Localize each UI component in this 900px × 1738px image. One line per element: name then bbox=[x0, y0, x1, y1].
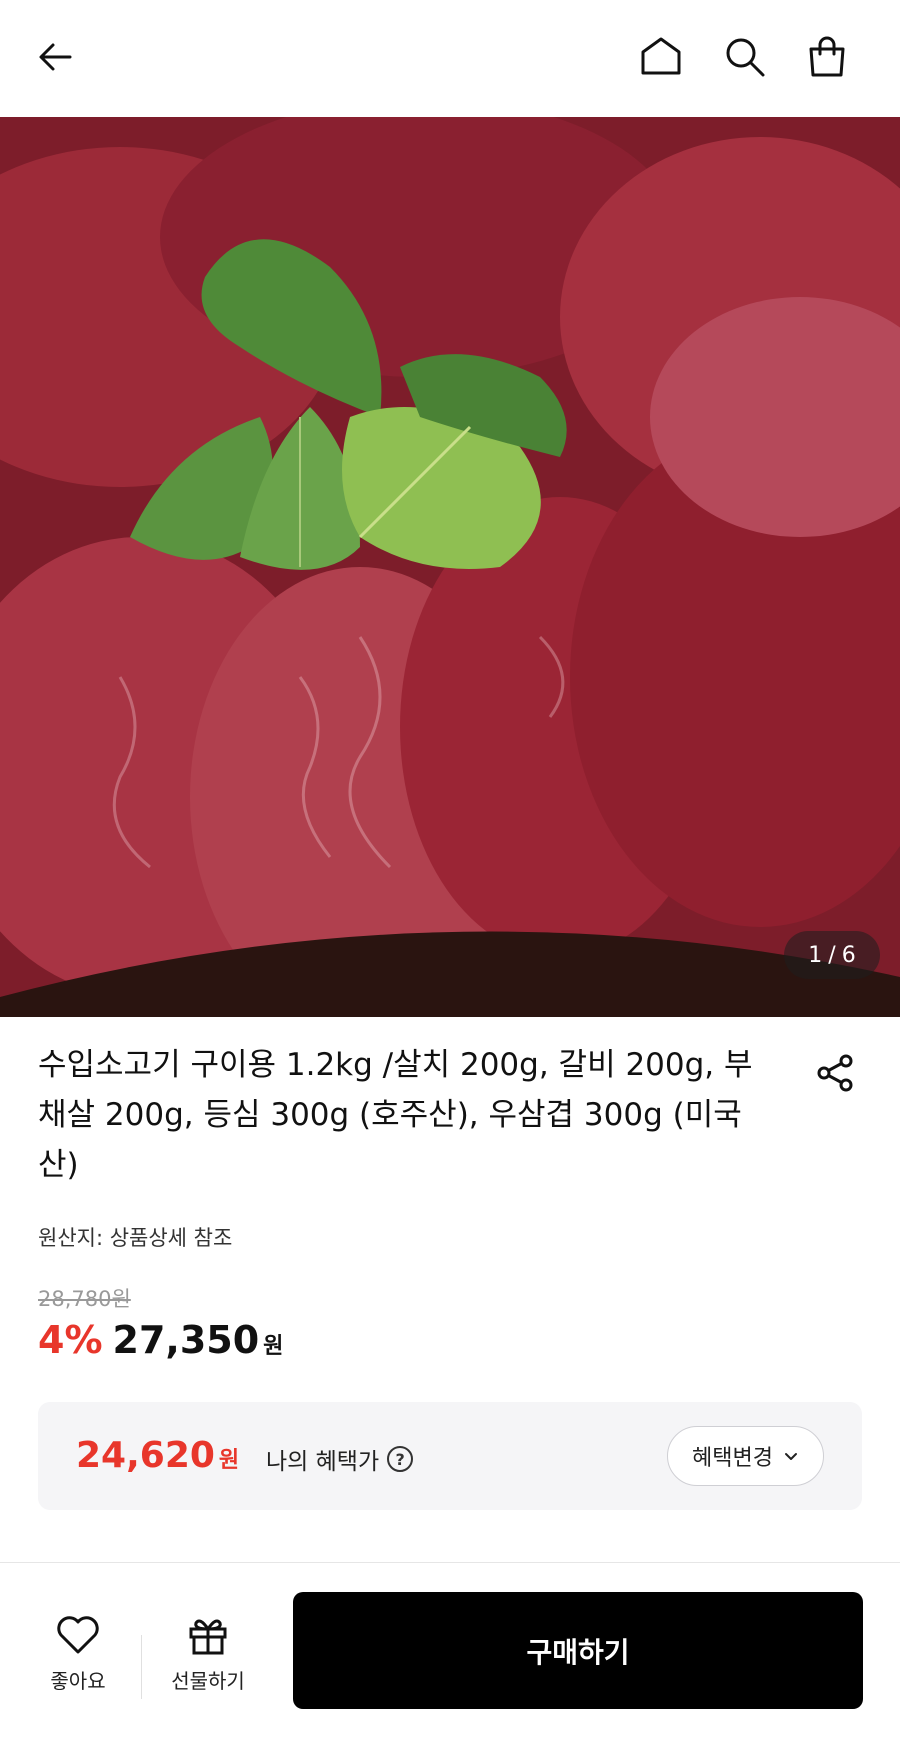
price-row: 4% 27,350 원 bbox=[38, 1318, 283, 1362]
question-circle-icon[interactable]: ? bbox=[387, 1446, 414, 1472]
gift-button[interactable]: 선물하기 bbox=[158, 1615, 258, 1694]
benefit-price-value: 24,620 bbox=[76, 1435, 215, 1476]
beef-photo-illustration bbox=[0, 117, 900, 1017]
gift-icon bbox=[189, 1619, 227, 1655]
bottom-divider bbox=[141, 1635, 142, 1699]
counter-separator: / bbox=[828, 942, 836, 968]
original-price: 28,780원 bbox=[38, 1287, 131, 1311]
heart-icon bbox=[57, 1616, 99, 1654]
bottom-action-bar: 좋아요 선물하기 구매하기 bbox=[0, 1562, 900, 1738]
discount-rate: 4% bbox=[38, 1318, 103, 1362]
product-title: 수입소고기 구이용 1.2kg /살치 200g, 갈비 200g, 부채살 2… bbox=[38, 1047, 753, 1183]
home-icon[interactable] bbox=[634, 30, 688, 84]
like-label: 좋아요 bbox=[50, 1669, 106, 1693]
benefit-label-text: 나의 혜택가 bbox=[266, 1449, 380, 1475]
image-counter: 1 / 6 bbox=[784, 931, 880, 979]
share-icon[interactable] bbox=[810, 1048, 860, 1098]
benefit-price-box: 24,620 원 나의 혜택가 ? 혜택변경 bbox=[38, 1402, 862, 1510]
search-icon[interactable] bbox=[718, 30, 772, 84]
arrow-left-icon[interactable] bbox=[28, 30, 82, 84]
like-button[interactable]: 좋아요 bbox=[38, 1615, 118, 1694]
chevron-down-icon bbox=[785, 1453, 797, 1460]
sale-price: 27,350 bbox=[112, 1318, 260, 1362]
buy-button[interactable]: 구매하기 bbox=[293, 1592, 863, 1709]
benefit-label: 나의 혜택가 ? bbox=[266, 1442, 414, 1476]
origin-info: 원산지: 상품상세 참조 bbox=[38, 1226, 233, 1250]
benefit-price-unit: 원 bbox=[218, 1448, 240, 1473]
benefit-change-label: 혜택변경 bbox=[692, 1446, 773, 1471]
shopping-bag-icon[interactable] bbox=[800, 30, 854, 84]
benefit-price: 24,620 원 bbox=[76, 1435, 239, 1476]
sale-price-unit: 원 bbox=[263, 1334, 284, 1359]
top-app-bar bbox=[0, 0, 900, 117]
counter-total: 6 bbox=[841, 942, 856, 968]
product-image[interactable]: 1 / 6 bbox=[0, 117, 900, 1017]
benefit-change-button[interactable]: 혜택변경 bbox=[667, 1426, 824, 1486]
counter-current: 1 bbox=[808, 942, 823, 968]
gift-label: 선물하기 bbox=[171, 1669, 245, 1693]
